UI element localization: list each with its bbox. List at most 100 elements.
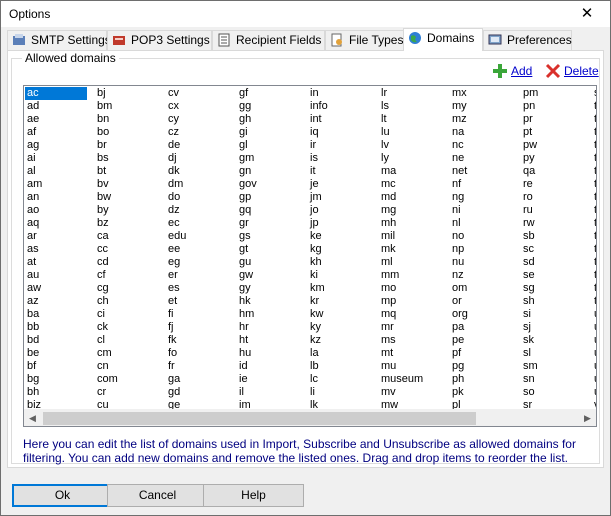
- domain-item[interactable]: cv: [166, 87, 238, 100]
- domain-item[interactable]: af: [25, 126, 97, 139]
- domain-item[interactable]: mh: [379, 217, 451, 230]
- domain-item[interactable]: in: [308, 87, 380, 100]
- domain-item[interactable]: dk: [166, 165, 238, 178]
- domain-item[interactable]: nu: [450, 256, 522, 269]
- domain-item[interactable]: ro: [521, 191, 593, 204]
- domain-item[interactable]: my: [450, 100, 522, 113]
- domain-item[interactable]: cy: [166, 113, 238, 126]
- domain-item[interactable]: lb: [308, 360, 380, 373]
- domain-item[interactable]: om: [450, 282, 522, 295]
- domain-item[interactable]: uz: [592, 386, 596, 399]
- domain-item[interactable]: uk: [592, 334, 596, 347]
- domain-item[interactable]: bm: [95, 100, 167, 113]
- domain-item[interactable]: ht: [237, 334, 309, 347]
- domain-item[interactable]: mil: [379, 230, 451, 243]
- domain-item[interactable]: fi: [166, 308, 238, 321]
- domain-item[interactable]: fj: [166, 321, 238, 334]
- domain-item[interactable]: al: [25, 165, 97, 178]
- domain-item[interactable]: ru: [521, 204, 593, 217]
- tab-domains[interactable]: Domains: [403, 28, 483, 51]
- domain-item[interactable]: au: [25, 269, 97, 282]
- domain-item[interactable]: kw: [308, 308, 380, 321]
- domain-item[interactable]: sk: [521, 334, 593, 347]
- domain-item[interactable]: bt: [95, 165, 167, 178]
- tab-smtp-settings[interactable]: SMTP Settings: [7, 30, 111, 50]
- domain-item[interactable]: nl: [450, 217, 522, 230]
- domain-item[interactable]: la: [308, 347, 380, 360]
- domain-item[interactable]: br: [95, 139, 167, 152]
- domain-item[interactable]: bh: [25, 386, 97, 399]
- domain-item[interactable]: pa: [450, 321, 522, 334]
- domain-item[interactable]: eg: [166, 256, 238, 269]
- domain-item[interactable]: ar: [25, 230, 97, 243]
- domain-item[interactable]: ph: [450, 373, 522, 386]
- domain-item[interactable]: mr: [379, 321, 451, 334]
- domain-item[interactable]: qa: [521, 165, 593, 178]
- domain-item[interactable]: ch: [95, 295, 167, 308]
- domain-item[interactable]: gq: [237, 204, 309, 217]
- domain-item[interactable]: lr: [379, 87, 451, 100]
- domain-item[interactable]: km: [308, 282, 380, 295]
- domain-item[interactable]: mp: [379, 295, 451, 308]
- domain-item[interactable]: tp: [592, 230, 596, 243]
- domain-item[interactable]: pm: [521, 87, 593, 100]
- domain-item[interactable]: by: [95, 204, 167, 217]
- domain-item[interactable]: nf: [450, 178, 522, 191]
- domain-item[interactable]: as: [25, 243, 97, 256]
- domain-item[interactable]: tv: [592, 269, 596, 282]
- domain-item[interactable]: sm: [521, 360, 593, 373]
- domain-item[interactable]: ir: [308, 139, 380, 152]
- domain-item[interactable]: uy: [592, 373, 596, 386]
- domain-item[interactable]: gd: [166, 386, 238, 399]
- domain-item[interactable]: ky: [308, 321, 380, 334]
- domain-item[interactable]: pg: [450, 360, 522, 373]
- domain-item[interactable]: fo: [166, 347, 238, 360]
- domain-item[interactable]: us: [592, 360, 596, 373]
- domain-item[interactable]: am: [25, 178, 97, 191]
- domain-item[interactable]: sn: [521, 373, 593, 386]
- domain-item[interactable]: mv: [379, 386, 451, 399]
- delete-domain-button[interactable]: Delete: [545, 63, 599, 79]
- domain-item[interactable]: cl: [95, 334, 167, 347]
- domain-item[interactable]: er: [166, 269, 238, 282]
- domain-item[interactable]: bn: [95, 113, 167, 126]
- domain-item[interactable]: mk: [379, 243, 451, 256]
- domain-item[interactable]: at: [25, 256, 97, 269]
- domain-item[interactable]: pn: [521, 100, 593, 113]
- domain-item[interactable]: gm: [237, 152, 309, 165]
- domain-item[interactable]: ec: [166, 217, 238, 230]
- domain-item[interactable]: gn: [237, 165, 309, 178]
- domain-item[interactable]: edu: [166, 230, 238, 243]
- domain-item[interactable]: dz: [166, 204, 238, 217]
- cancel-button[interactable]: Cancel: [107, 484, 208, 507]
- domain-item[interactable]: int: [308, 113, 380, 126]
- domain-item[interactable]: pw: [521, 139, 593, 152]
- domain-item[interactable]: kr: [308, 295, 380, 308]
- domain-item[interactable]: gs: [237, 230, 309, 243]
- domain-item[interactable]: kz: [308, 334, 380, 347]
- domain-item[interactable]: id: [237, 360, 309, 373]
- domain-item[interactable]: ee: [166, 243, 238, 256]
- domain-item[interactable]: mg: [379, 204, 451, 217]
- domain-item[interactable]: bv: [95, 178, 167, 191]
- domain-item[interactable]: td: [592, 113, 596, 126]
- domain-item[interactable]: cz: [166, 126, 238, 139]
- domain-item[interactable]: do: [166, 191, 238, 204]
- domain-item[interactable]: gg: [237, 100, 309, 113]
- domain-item[interactable]: ck: [95, 321, 167, 334]
- domain-item[interactable]: hr: [237, 321, 309, 334]
- domain-item[interactable]: rw: [521, 217, 593, 230]
- domain-item[interactable]: nz: [450, 269, 522, 282]
- domain-item[interactable]: li: [308, 386, 380, 399]
- domain-item[interactable]: cn: [95, 360, 167, 373]
- domain-item[interactable]: ao: [25, 204, 97, 217]
- domain-item[interactable]: so: [521, 386, 593, 399]
- domain-item[interactable]: ie: [237, 373, 309, 386]
- domain-item[interactable]: lv: [379, 139, 451, 152]
- domain-item[interactable]: to: [592, 217, 596, 230]
- domain-item[interactable]: kh: [308, 256, 380, 269]
- scroll-right-arrow[interactable]: ▶: [579, 410, 596, 426]
- domain-item[interactable]: iq: [308, 126, 380, 139]
- domain-item[interactable]: sl: [521, 347, 593, 360]
- help-button[interactable]: Help: [203, 484, 304, 507]
